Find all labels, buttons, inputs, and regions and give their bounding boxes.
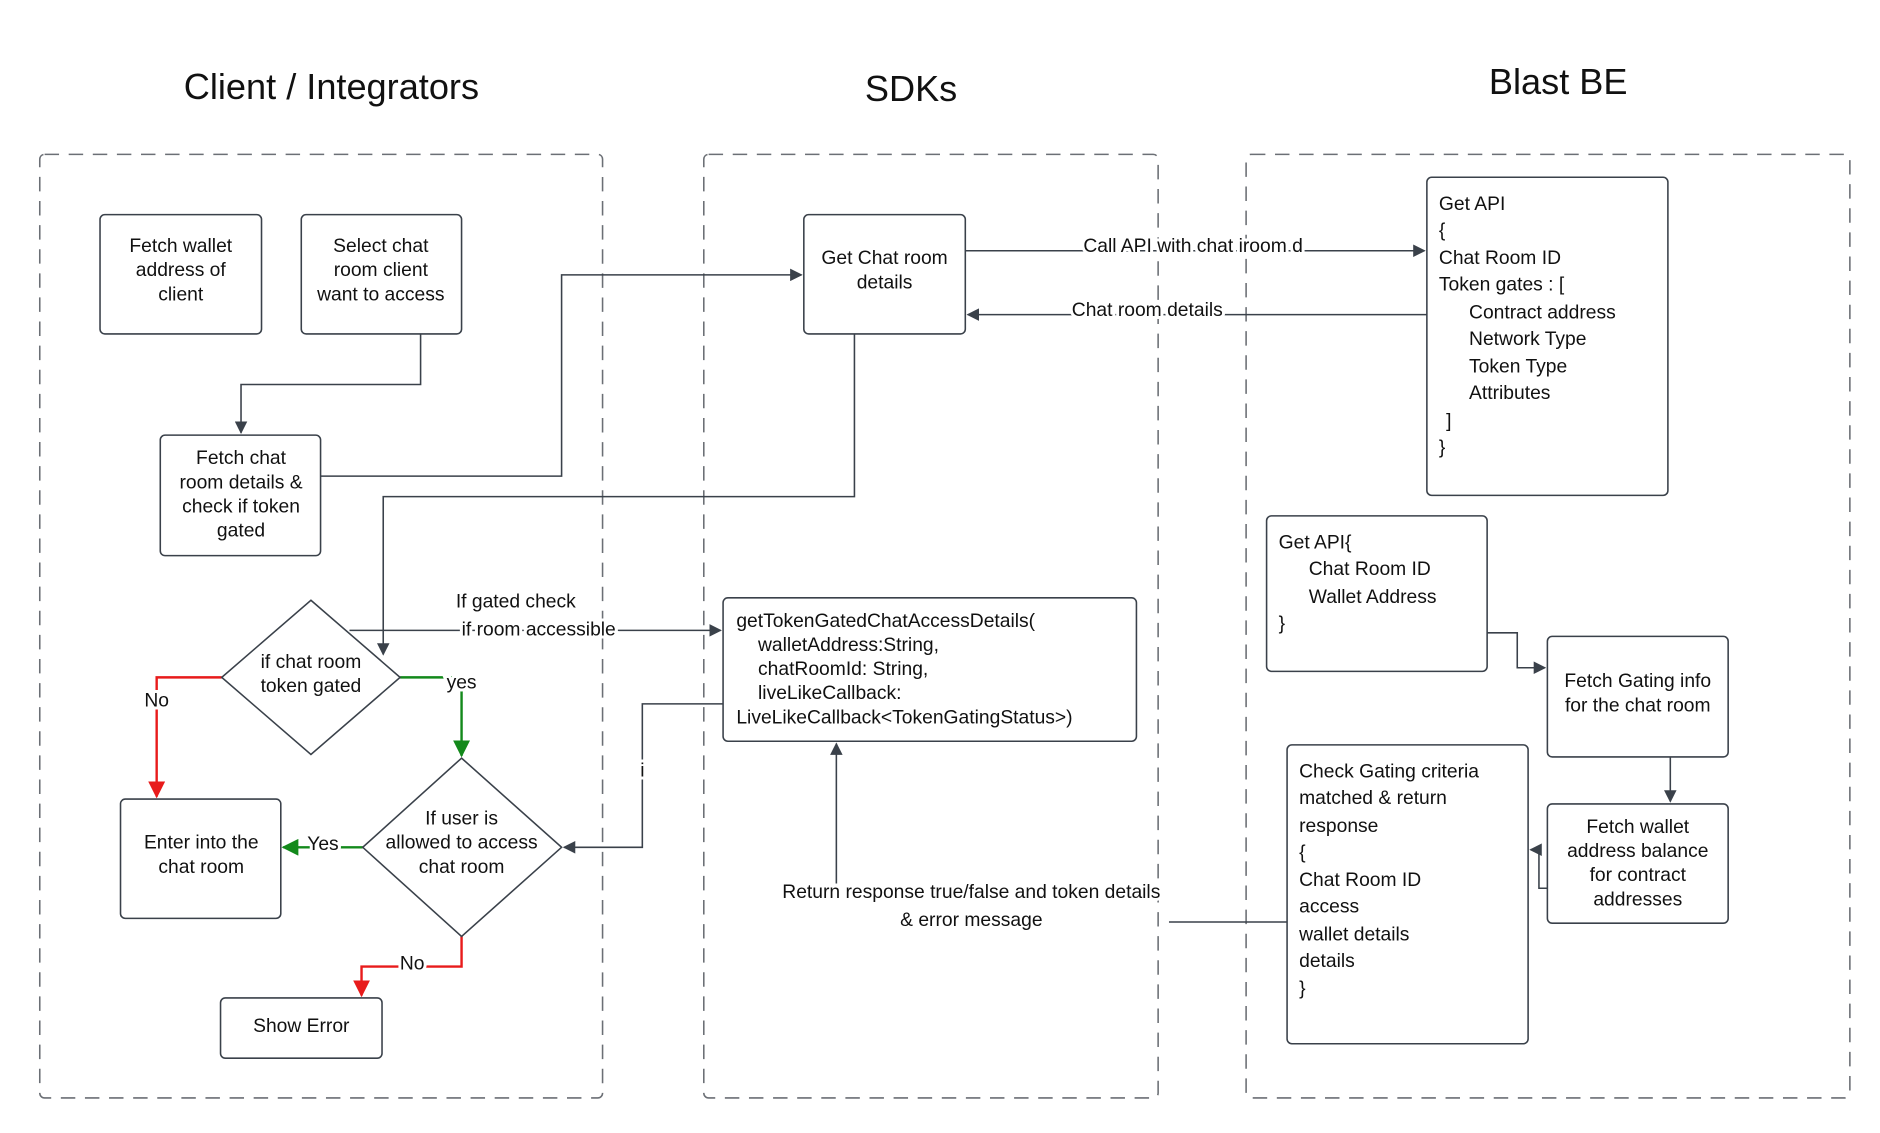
node-get-chat-room: Get Chat room details <box>803 213 967 335</box>
decision-user-allowed: If user is allowed to access chat room <box>361 757 563 938</box>
node-fetch-gating-info: Fetch Gating info for the chat room <box>1546 635 1729 758</box>
node-select-chat: Select chat room client want to access <box>300 213 463 335</box>
svg-text:Show Error: Show Error <box>253 1016 350 1037</box>
node-fetch-wallet: Fetch wallet address of client <box>99 213 263 335</box>
lane-title-sdks: SDKs <box>865 68 957 109</box>
node-fetch-wallet-balance: Fetch wallet address balance for contract a… <box>1546 803 1729 925</box>
label-gated-check-1: If gated check <box>456 592 576 613</box>
label-no-1: No <box>144 691 169 712</box>
edge-api-to-gating <box>1487 631 1547 674</box>
label-chat-room-details: Chat room details <box>1072 300 1223 321</box>
flow-diagram: Client / Integrators SDKs Blast BE Call … <box>38 61 1851 1099</box>
node-sdk-method: getTokenGatedChatAccessDetails(walletAdd… <box>722 597 1138 743</box>
edge-select-to-fetch <box>234 333 422 434</box>
svg-text:Select chatroom clientwant to: Select chat room client want to access <box>316 236 444 305</box>
label-callback: i <box>640 760 644 781</box>
label-return-1: Return response true/false and token det… <box>782 882 1160 903</box>
label-yes-lower: yes <box>447 672 477 693</box>
label-yes-upper: Yes <box>307 834 338 855</box>
node-fetch-chat-details: Fetch chat room details & check if token ga… <box>159 434 322 557</box>
decision-token-gated: if chat room token gated <box>220 599 402 756</box>
edge-balance-to-check <box>1529 843 1548 890</box>
label-no-2: No <box>400 953 425 974</box>
node-get-api-chat-room: Get API{Chat Room ID Token gates : [Contr… <box>1426 176 1669 497</box>
lane-title-backend: Blast BE <box>1489 61 1628 102</box>
label-return-2: & error message <box>900 910 1042 931</box>
lane-title-client: Client / Integrators <box>184 66 479 107</box>
label-call-api: Call API with chat iroom d <box>1083 236 1303 257</box>
node-enter-chat-room: Enter into the chat room <box>119 798 282 920</box>
node-check-gating: Check Gating criteria matched & return res… <box>1286 744 1529 1045</box>
node-show-error: Show Error <box>219 997 383 1059</box>
label-gated-check-2: if room accessible <box>462 619 616 640</box>
node-get-api-access: Get API{Chat Room ID Wallet Address} <box>1265 515 1488 673</box>
